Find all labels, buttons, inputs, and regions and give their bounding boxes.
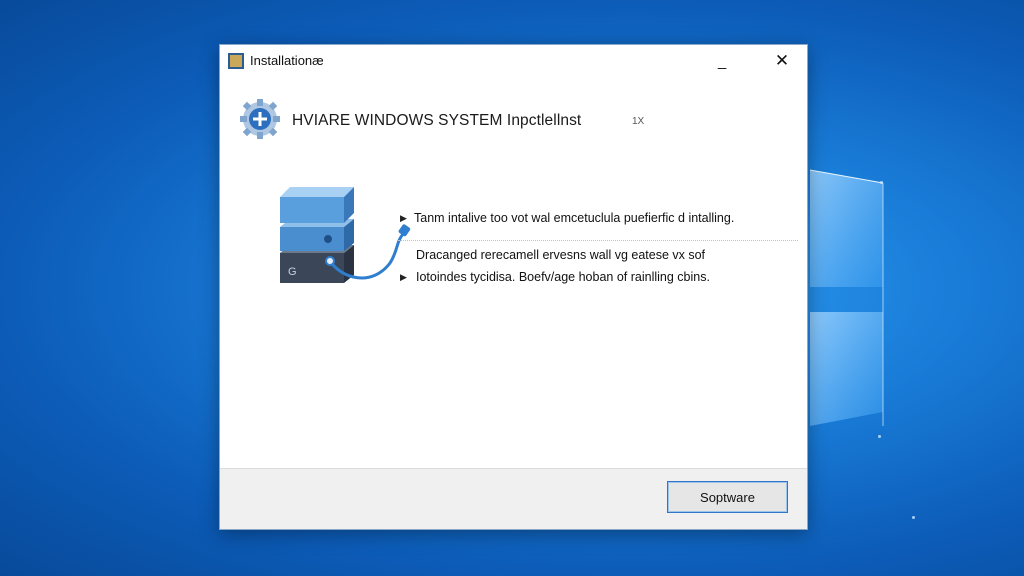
windows-logo-icon: [809, 169, 884, 426]
bullet-arrow-icon: ▶: [400, 272, 407, 282]
software-button[interactable]: Soptware: [667, 481, 788, 513]
minimize-button[interactable]: _: [700, 47, 744, 75]
info-line-3: Iotoindes tycidisa. Boefv/age hoban of r…: [416, 270, 710, 284]
divider: [398, 240, 798, 241]
sparkle: [878, 435, 881, 438]
info-line-2: Dracanged rerecamell ervesns wall vg eat…: [416, 248, 706, 262]
svg-text:G: G: [288, 266, 297, 278]
installer-dialog: Installationæ _ ✕ HVIARE WINDOWS SYSTEM …: [219, 44, 808, 530]
app-icon: [228, 53, 244, 69]
title-bar[interactable]: Installationæ _ ✕: [220, 45, 807, 77]
sparkle: [880, 181, 883, 184]
window-title: Installationæ: [250, 53, 324, 68]
close-button[interactable]: ✕: [760, 47, 804, 75]
info-line-1: Tanm intalive too vot wal emcetuclula pu…: [414, 211, 735, 225]
bullet-arrow-icon: ▶: [400, 213, 407, 223]
header-aux-label: 1X: [632, 116, 645, 127]
sparkle: [912, 516, 915, 519]
installer-heading: HVIARE WINDOWS SYSTEM Inpctlellnst: [292, 112, 582, 129]
installer-gear-icon: [240, 99, 280, 139]
